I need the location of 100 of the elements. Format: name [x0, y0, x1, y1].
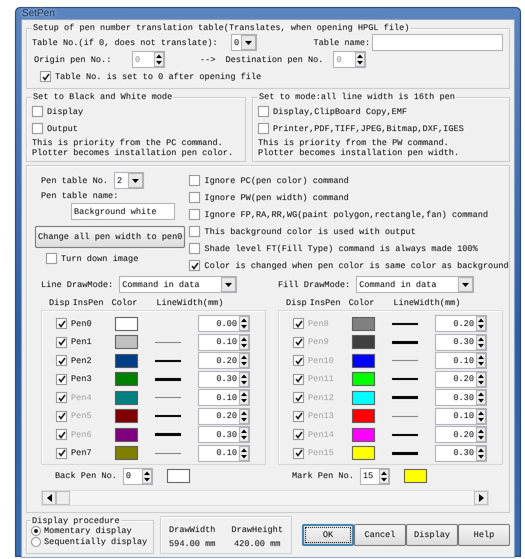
spinner-arrows-icon[interactable]: [239, 390, 249, 405]
line-width-spinner[interactable]: 0.00: [198, 315, 250, 332]
pen-name: Pen5: [71, 411, 93, 421]
line-width-sample-icon: [392, 360, 418, 361]
checkbox[interactable]: [189, 243, 200, 254]
spinner-arrows-icon[interactable]: [378, 468, 389, 484]
field-label: Pen table name:: [41, 191, 120, 201]
group-title: Set to mode:all line width is 16th pen: [258, 92, 456, 102]
pen-name: Pen13: [308, 411, 335, 421]
color-swatch[interactable]: [115, 372, 138, 386]
radio-label: Momentary display: [44, 526, 132, 536]
checkbox[interactable]: [56, 336, 67, 348]
line-width-spinner[interactable]: 0.30: [198, 370, 250, 388]
scroll-thumb[interactable]: [56, 490, 70, 504]
spinner-arrows-icon[interactable]: [239, 372, 249, 386]
radio-button[interactable]: [31, 537, 41, 547]
spinner-arrows-icon[interactable]: [142, 468, 152, 484]
table-number-dropdown[interactable]: 0: [231, 34, 258, 51]
color-swatch[interactable]: [404, 469, 427, 483]
spinner-arrows-icon[interactable]: [476, 408, 486, 424]
checkbox-label: Display: [47, 106, 84, 116]
spinner-field[interactable]: 15: [360, 468, 390, 484]
spinner-arrows-icon[interactable]: [239, 334, 249, 350]
checkbox[interactable]: [32, 106, 43, 117]
dialog-button[interactable]: OK: [302, 524, 354, 546]
checkbox-label: This background color is used with output: [204, 226, 416, 236]
change-width-button[interactable]: Change all pen width to pen0: [35, 226, 186, 248]
field-label: Origin pen No.:: [33, 54, 112, 64]
dialog-button[interactable]: Help: [458, 524, 510, 546]
spinner-arrows-icon[interactable]: [476, 427, 486, 442]
arrow-text: -->: [200, 54, 216, 64]
spinner-arrows-icon[interactable]: [476, 316, 486, 331]
draw-mode-dropdown[interactable]: Command in data: [356, 276, 474, 293]
spinner-arrows-icon[interactable]: [476, 334, 486, 350]
radio-button[interactable]: [31, 526, 41, 536]
checkbox-label: Ignore PW(pen width) command: [204, 192, 349, 202]
checkbox[interactable]: [189, 175, 200, 186]
checkbox[interactable]: [258, 106, 269, 117]
line-width-sample-icon: [392, 322, 418, 324]
line-width-spinner[interactable]: 0.20: [198, 352, 250, 369]
group-title: Setup of pen number translation table(Translates, when opening HPGL file): [32, 23, 410, 33]
table-name-field[interactable]: [372, 34, 503, 51]
spinner-arrows-icon[interactable]: [476, 446, 486, 460]
line-width-sample-icon: [155, 360, 181, 362]
color-swatch[interactable]: [115, 335, 138, 349]
checkbox[interactable]: [189, 209, 200, 220]
note-text: Plotter becomes installation pen color.: [32, 148, 234, 158]
checkbox[interactable]: [56, 374, 67, 384]
color-swatch[interactable]: [115, 446, 138, 460]
pen-name: Pen11: [308, 374, 335, 384]
group-title: Display procedure: [31, 516, 121, 526]
field-label: Table No.(if 0, does not translate):: [32, 38, 219, 48]
spinner-arrows-icon[interactable]: [476, 372, 486, 386]
spinner-arrows-icon[interactable]: [239, 446, 249, 460]
draw-mode-dropdown[interactable]: Command in data: [119, 276, 238, 293]
scroll-right-icon[interactable]: [478, 494, 484, 502]
spinner-field[interactable]: 0: [122, 468, 153, 484]
dialog-button[interactable]: Cancel: [354, 524, 406, 546]
spinner-arrows-icon[interactable]: [239, 427, 249, 442]
checkbox[interactable]: [56, 448, 67, 458]
checkbox[interactable]: [56, 318, 67, 329]
column-header: InsPen: [72, 298, 104, 308]
checkbox[interactable]: [189, 192, 200, 203]
checkbox-label: Ignore FP,RA,RR,WG(paint polygon,rectangle,fan) command: [204, 210, 488, 220]
checkbox[interactable]: [189, 260, 200, 271]
checkbox[interactable]: [56, 355, 67, 366]
column-header: InsPen: [310, 298, 341, 308]
note-text: Plotter becomes installation pen width.: [258, 148, 460, 158]
color-swatch[interactable]: [115, 316, 138, 330]
checkbox[interactable]: [46, 253, 57, 264]
pen-name: Pen12: [308, 392, 335, 402]
checkbox[interactable]: [189, 226, 200, 237]
line-width-spinner[interactable]: 0.10: [198, 444, 250, 462]
spinner-arrows-icon[interactable]: [476, 390, 486, 405]
spinner-arrows-icon[interactable]: [239, 408, 249, 424]
pen-table-dropdown[interactable]: 2: [114, 172, 144, 189]
column-header: LineWidth(mm): [393, 298, 460, 308]
spinner-arrows-icon[interactable]: [239, 353, 249, 368]
checkbox-label: Color is changed when pen color is same color as background: [204, 260, 509, 270]
color-swatch[interactable]: [166, 469, 190, 483]
spinner-arrows-icon[interactable]: [476, 353, 486, 368]
dialog-button[interactable]: Display: [406, 524, 458, 546]
color-swatch[interactable]: [115, 354, 138, 368]
pen-name: Pen0: [71, 318, 93, 328]
checkbox[interactable]: [40, 71, 51, 82]
line-width-sample-icon: [155, 433, 181, 436]
pen-name: Pen6: [71, 430, 93, 440]
checkbox[interactable]: [32, 123, 43, 134]
pen-name: Pen4: [71, 392, 93, 402]
line-width-spinner[interactable]: 0.10: [198, 334, 250, 350]
horizontal-scrollbar[interactable]: [41, 490, 489, 506]
note-text: This is priority from the PW command.: [258, 138, 449, 148]
size-label: DrawHeight: [231, 524, 283, 534]
line-width-sample-icon: [392, 396, 418, 399]
checkbox-label: Output: [47, 124, 78, 134]
spinner-arrows-icon[interactable]: [239, 316, 249, 331]
scroll-left-icon[interactable]: [46, 494, 52, 502]
window-title: SetPen: [22, 8, 55, 19]
pen-table-name-field[interactable]: Background white: [71, 203, 175, 220]
checkbox[interactable]: [258, 123, 269, 134]
